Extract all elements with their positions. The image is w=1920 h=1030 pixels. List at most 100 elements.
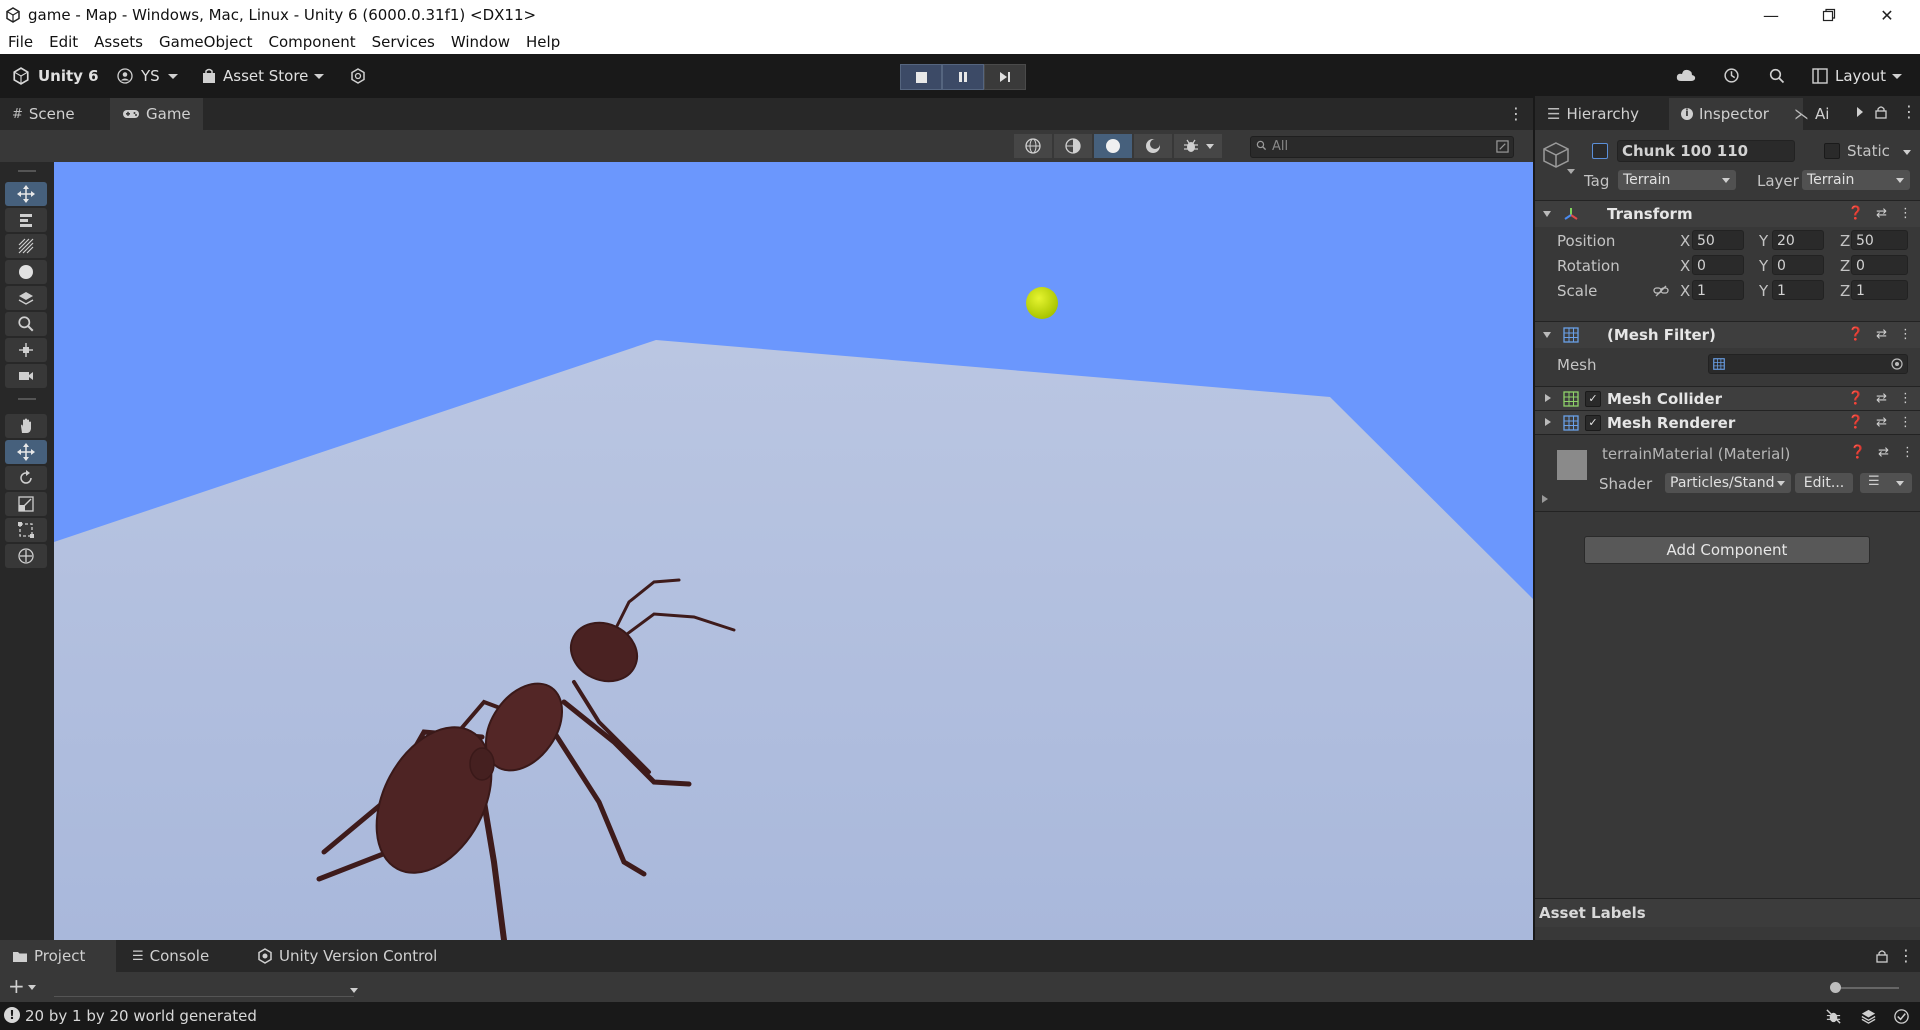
position-z-field[interactable]: 50 [1851,230,1908,250]
camera-tool-button[interactable] [5,364,47,388]
more-options-icon[interactable]: ⋮ [1901,445,1914,460]
chevron-down-icon[interactable] [1903,150,1911,155]
tab-project[interactable]: Project [0,940,116,972]
tab-game[interactable]: Game [110,98,203,130]
more-options-icon[interactable]: ⋮ [1899,391,1912,406]
menu-edit[interactable]: Edit [41,30,86,54]
tag-dropdown[interactable]: Terrain [1618,170,1736,190]
more-options-icon[interactable]: ⋮ [1899,415,1912,430]
asset-store-dropdown[interactable]: Asset Store [223,67,308,85]
search-settings-icon[interactable] [1496,140,1509,153]
account-dropdown[interactable]: YS [141,67,160,85]
menu-gameobject[interactable]: GameObject [151,30,261,54]
unity-version-label[interactable]: Unity 6 [38,67,99,85]
chevron-down-icon[interactable] [28,985,36,990]
help-icon[interactable]: ❓ [1848,415,1864,430]
edit-shader-button[interactable]: Edit... [1795,473,1853,493]
mesh-filter-header[interactable]: (Mesh Filter) ❓ ⇄ ⋮ [1535,321,1920,348]
help-icon[interactable]: ❓ [1848,327,1864,342]
rotation-z-field[interactable]: 0 [1851,255,1908,275]
static-checkbox[interactable] [1824,143,1840,159]
debug-off-icon[interactable] [1825,1008,1842,1025]
rotation-x-field[interactable]: 0 [1692,255,1744,275]
drag-handle[interactable] [18,398,36,400]
tab-scene[interactable]: # Scene [0,98,87,130]
position-y-field[interactable]: 20 [1772,230,1824,250]
shaded-wireframe-button[interactable] [1054,134,1092,158]
play-button[interactable] [900,64,942,90]
tab-version-control[interactable]: Unity Version Control [245,940,449,972]
menu-help[interactable]: Help [518,30,568,54]
cloud-icon[interactable] [1676,68,1696,82]
add-component-button[interactable]: Add Component [1584,536,1870,564]
drag-handle[interactable] [18,170,36,172]
tab-animator[interactable]: ⋋ Ai [1792,98,1831,130]
chevron-down-icon[interactable] [1567,169,1575,174]
history-icon[interactable] [1723,67,1740,84]
close-button[interactable]: ✕ [1858,0,1916,30]
tab-scroll-right-icon[interactable] [1857,107,1863,117]
stack-icon[interactable] [1860,1008,1877,1025]
align-tool-button[interactable] [5,208,47,232]
menu-file[interactable]: File [0,30,41,54]
pause-button[interactable] [942,64,984,90]
scale-z-field[interactable]: 1 [1851,280,1908,300]
sphere-tool-button[interactable] [5,260,47,284]
presets-icon[interactable]: ⇄ [1876,206,1887,221]
more-options-icon[interactable]: ⋮ [1898,946,1914,965]
minimize-button[interactable]: — [1742,0,1800,30]
tab-hierarchy[interactable]: ☰ Hierarchy [1535,98,1651,130]
scene-search-input[interactable]: All [1250,136,1514,158]
presets-icon[interactable]: ⇄ [1876,415,1887,430]
shader-options-button[interactable]: ☰ [1860,473,1912,493]
object-name-field[interactable]: Chunk 100 110 [1617,140,1795,162]
hand-tool-button[interactable] [5,414,47,438]
step-button[interactable] [984,64,1026,90]
restore-button[interactable] [1800,0,1858,30]
layer-dropdown[interactable]: Terrain [1802,170,1910,190]
mesh-object-field[interactable] [1708,354,1908,374]
search-icon[interactable] [1769,68,1785,84]
pivot-tool-button[interactable] [5,338,47,362]
mesh-collider-enabled-checkbox[interactable]: ✓ [1585,391,1601,407]
asset-labels-header[interactable]: Asset Labels [1535,898,1920,927]
presets-icon[interactable]: ⇄ [1876,391,1887,406]
more-options-icon[interactable]: ⋮ [1899,206,1912,221]
gizmos-button[interactable] [1174,134,1222,158]
move-gizmo-button[interactable] [5,440,47,464]
position-x-field[interactable]: 50 [1692,230,1744,250]
presets-icon[interactable]: ⇄ [1878,445,1889,460]
layout-dropdown[interactable]: Layout [1835,67,1886,85]
zoom-slider-thumb[interactable] [1830,982,1841,993]
scale-y-field[interactable]: 1 [1772,280,1824,300]
more-options-icon[interactable]: ⋮ [1901,102,1917,121]
plus-icon[interactable]: + [8,974,25,998]
unlit-button[interactable] [1134,134,1172,158]
transform-header[interactable]: Transform ❓ ⇄ ⋮ [1535,200,1920,227]
foldout-arrow-icon[interactable] [1542,495,1548,503]
shaded-button[interactable] [1094,134,1132,158]
more-options-icon[interactable]: ⋮ [1899,327,1912,342]
menu-services[interactable]: Services [364,30,443,54]
grid-snap-tool-button[interactable] [5,234,47,258]
chevron-down-icon[interactable] [350,988,358,993]
mesh-renderer-header[interactable]: ✓ Mesh Renderer ❓ ⇄ ⋮ [1535,410,1920,435]
lock-icon[interactable] [1875,105,1887,119]
layers-tool-button[interactable] [5,286,47,310]
tab-console[interactable]: ☰ Console [120,940,221,972]
move-tool-button[interactable] [5,182,47,206]
rect-tool-button[interactable] [5,518,47,542]
transform-tool-button[interactable] [5,544,47,568]
help-icon[interactable]: ❓ [1848,206,1864,221]
check-circle-icon[interactable] [1893,1008,1910,1025]
menu-assets[interactable]: Assets [86,30,151,54]
scale-x-field[interactable]: 1 [1692,280,1744,300]
menu-window[interactable]: Window [443,30,518,54]
zoom-slider-track[interactable] [1835,987,1899,989]
presets-icon[interactable]: ⇄ [1876,327,1887,342]
active-checkbox[interactable] [1592,143,1608,159]
help-icon[interactable]: ❓ [1850,445,1866,460]
lock-icon[interactable] [1876,949,1888,963]
tab-inspector[interactable]: i Inspector [1669,98,1803,130]
mesh-renderer-enabled-checkbox[interactable]: ✓ [1585,415,1601,431]
